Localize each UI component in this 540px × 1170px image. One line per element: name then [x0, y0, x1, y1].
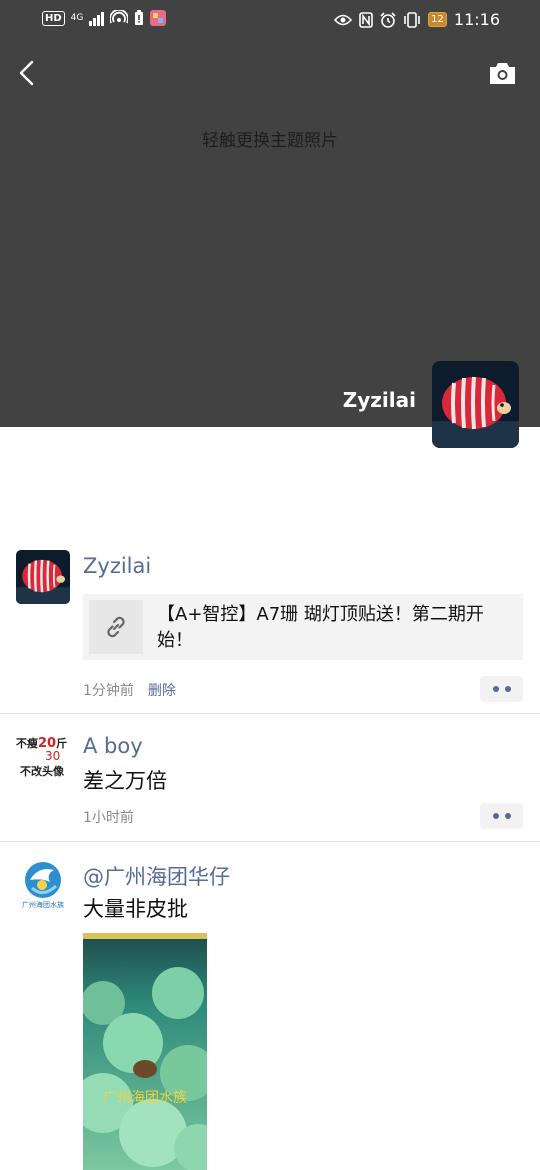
- hd-icon: HD: [42, 10, 65, 26]
- post-text: 大量非皮批: [83, 897, 188, 921]
- battery-level: 12: [431, 14, 444, 25]
- post-avatar[interactable]: 不瘦20斤 30 不改头像: [16, 733, 70, 787]
- link-title: 【A+智控】A7珊 瑚灯顶贴送！第二期开始！: [157, 604, 484, 651]
- post-meta: 1分钟前 删除: [83, 680, 176, 700]
- hotspot-icon: [110, 10, 129, 24]
- logo-text: 广州海团水族: [22, 901, 64, 909]
- shared-link-card[interactable]: 【A+智控】A7珊 瑚灯顶贴送！第二期开始！: [83, 594, 523, 660]
- post-video-thumbnail[interactable]: 广州海团水族: [83, 933, 207, 1170]
- avatar-text-extra: 30: [45, 749, 61, 763]
- battery-icon: 12: [428, 12, 447, 27]
- link-thumbnail: [89, 600, 143, 654]
- delete-button[interactable]: 删除: [148, 683, 176, 699]
- profile-name: Zyzilai: [342, 388, 416, 412]
- post-avatar[interactable]: 广州海团水族: [16, 858, 70, 912]
- alarm-icon: [380, 11, 396, 28]
- signal-icon: [89, 10, 105, 26]
- post-nickname[interactable]: @广州海团华仔: [83, 861, 230, 891]
- aquarium-image: [83, 933, 207, 1170]
- profile-avatar[interactable]: [432, 361, 519, 448]
- cover-change-hint[interactable]: 轻触更换主题照片: [0, 126, 540, 151]
- link-icon: [107, 616, 125, 638]
- avatar-text: 不瘦20斤: [16, 736, 68, 751]
- comment-like-menu-button[interactable]: [480, 676, 523, 702]
- post-time: 1分钟前: [83, 683, 134, 699]
- status-bar: HD 4G 12 11:16: [0, 0, 540, 40]
- video-watermark: 广州海团水族: [103, 1090, 187, 1106]
- eye-icon: [334, 14, 353, 25]
- camera-icon[interactable]: [488, 62, 517, 85]
- back-icon[interactable]: [16, 60, 40, 86]
- fish-avatar-image: [432, 361, 519, 448]
- post-nickname[interactable]: A boy: [83, 734, 143, 758]
- post-time: 1小时前: [83, 810, 134, 826]
- nfc-icon: [359, 11, 373, 28]
- battery-alert-icon: [135, 10, 144, 25]
- post-divider: [0, 841, 540, 842]
- fish-avatar-image: [16, 550, 70, 604]
- avatar-text-bottom: 不改头像: [20, 765, 64, 778]
- network-type: 4G: [70, 12, 84, 23]
- post-avatar[interactable]: [16, 550, 70, 604]
- post-nickname[interactable]: Zyzilai: [83, 554, 151, 578]
- clock: 11:16: [453, 10, 500, 29]
- app-icon: [150, 10, 167, 26]
- post-text: 差之万倍: [83, 769, 167, 793]
- vibrate-icon: [404, 11, 420, 28]
- post-divider: [0, 713, 540, 714]
- comment-like-menu-button[interactable]: [480, 803, 523, 829]
